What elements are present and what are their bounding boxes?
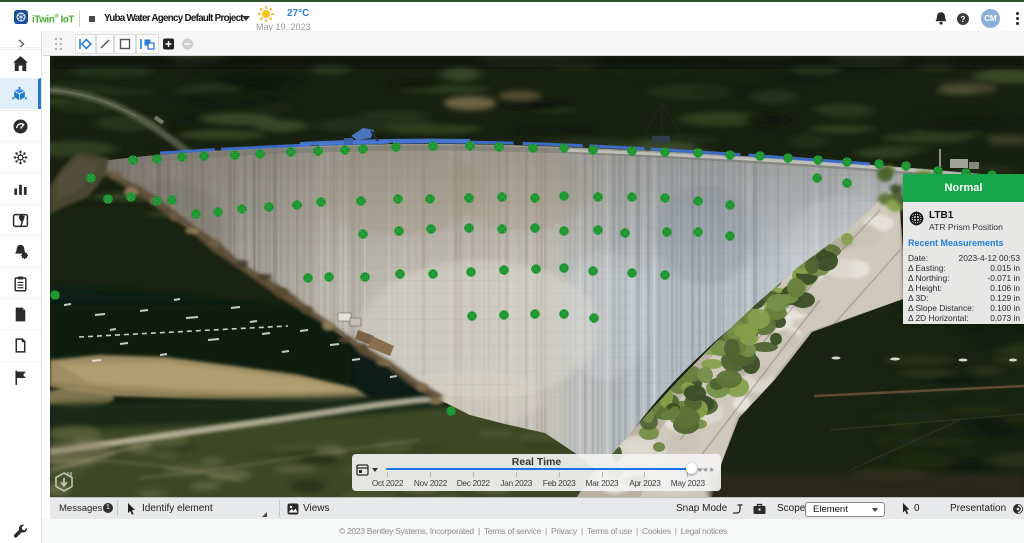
svg-text:?: ?	[961, 15, 966, 24]
